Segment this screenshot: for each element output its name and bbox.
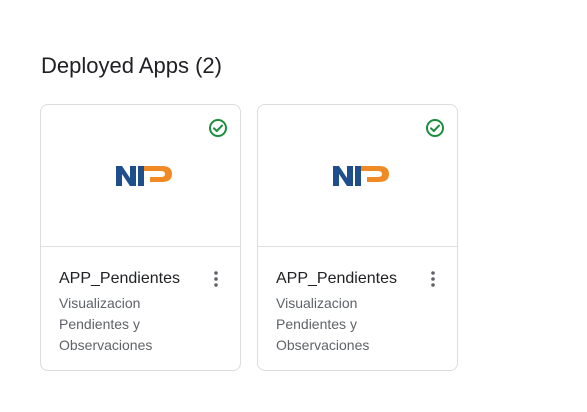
app-card-preview[interactable] <box>41 105 240 247</box>
app-card-preview[interactable] <box>258 105 457 247</box>
check-circle-icon <box>426 119 444 137</box>
np-logo-icon <box>333 166 389 186</box>
more-vert-icon <box>431 271 435 287</box>
deployed-apps-page: Deployed Apps (2) APP_Pendientes Visuali… <box>0 0 587 412</box>
app-card-body: APP_Pendientes Visualizacion Pendientes … <box>41 247 240 356</box>
np-logo-icon <box>116 166 172 186</box>
app-description: Visualizacion Pendientes y Observaciones <box>276 295 370 353</box>
app-description: Visualizacion Pendientes y Observaciones <box>59 295 153 353</box>
app-name[interactable]: APP_Pendientes <box>276 269 439 289</box>
app-card[interactable]: APP_Pendientes Visualizacion Pendientes … <box>40 104 241 371</box>
app-card-body: APP_Pendientes Visualizacion Pendientes … <box>258 247 457 356</box>
app-name[interactable]: APP_Pendientes <box>59 269 222 289</box>
section-title: Deployed Apps (2) <box>41 53 222 78</box>
more-options-button[interactable] <box>206 269 226 289</box>
more-vert-icon <box>214 271 218 287</box>
check-circle-icon <box>209 119 227 137</box>
app-card-list: APP_Pendientes Visualizacion Pendientes … <box>40 104 458 371</box>
app-card[interactable]: APP_Pendientes Visualizacion Pendientes … <box>257 104 458 371</box>
more-options-button[interactable] <box>423 269 443 289</box>
